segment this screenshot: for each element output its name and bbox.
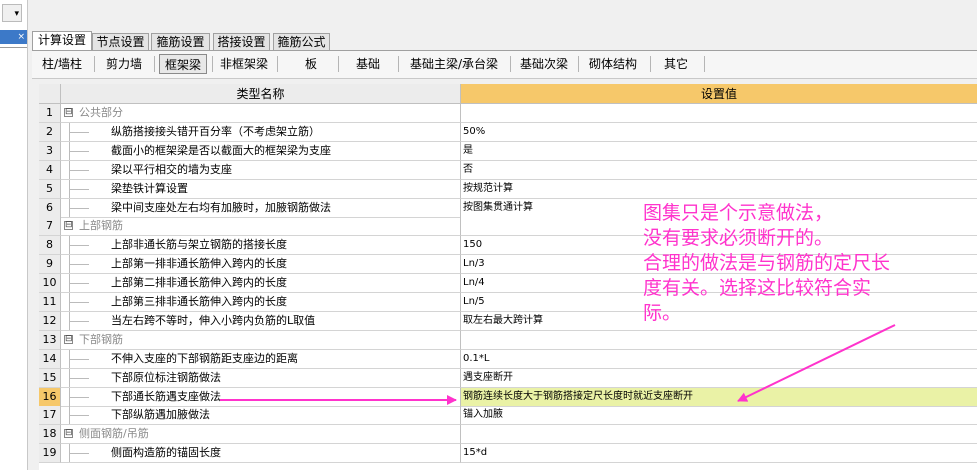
annotation-arrows: [220, 324, 896, 405]
arrow-from-note: [737, 324, 896, 402]
